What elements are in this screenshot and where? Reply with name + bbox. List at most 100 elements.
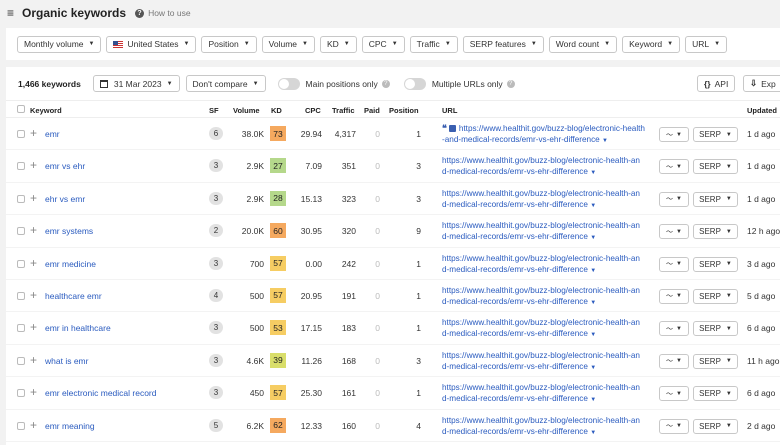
url-link[interactable]: https://www.healthit.gov/buzz-blog/elect… xyxy=(442,220,658,244)
col-position[interactable]: Position xyxy=(389,106,419,115)
add-to-list-icon[interactable]: + xyxy=(30,353,37,367)
serp-button[interactable]: SERP ▼ xyxy=(693,224,738,240)
serp-button[interactable]: SERP ▼ xyxy=(693,127,738,142)
url-link[interactable]: https://www.healthit.gov/buzz-blog/elect… xyxy=(442,382,658,406)
compare-dropdown[interactable]: Don't compare ▼ xyxy=(185,75,266,92)
col-volume[interactable]: Volume xyxy=(233,106,260,115)
info-icon[interactable]: ? xyxy=(506,79,515,88)
keyword-link[interactable]: emr vs ehr xyxy=(45,161,85,171)
url-link[interactable]: https://www.healthit.gov/buzz-blog/elect… xyxy=(442,350,658,374)
row-checkbox[interactable] xyxy=(17,227,25,236)
add-to-list-icon[interactable]: + xyxy=(30,418,37,432)
serp-button[interactable]: SERP ▼ xyxy=(693,321,738,337)
sf-badge[interactable]: 3 xyxy=(209,256,223,270)
chevron-down-icon[interactable]: ▼ xyxy=(590,365,596,371)
sf-badge[interactable]: 3 xyxy=(209,353,223,367)
help-icon[interactable]: ? xyxy=(135,8,145,18)
col-sf[interactable]: SF xyxy=(209,106,219,115)
col-traffic[interactable]: Traffic xyxy=(332,106,355,115)
chevron-down-icon[interactable]: ▼ xyxy=(590,300,596,306)
serp-button[interactable]: SERP ▼ xyxy=(693,191,738,207)
url-link[interactable]: https://www.healthit.gov/buzz-blog/elect… xyxy=(442,285,658,309)
how-to-use-link[interactable]: How to use xyxy=(148,8,191,18)
filter-url[interactable]: URL ▼ xyxy=(685,35,728,53)
keyword-link[interactable]: what is emr xyxy=(45,356,88,366)
date-picker[interactable]: 31 Mar 2023 ▼ xyxy=(92,75,180,92)
col-url[interactable]: URL xyxy=(442,106,457,115)
add-to-list-icon[interactable]: + xyxy=(30,158,37,172)
keyword-link[interactable]: ehr vs emr xyxy=(45,194,85,204)
filter-position[interactable]: Position ▼ xyxy=(201,35,257,53)
add-to-list-icon[interactable]: + xyxy=(30,288,37,302)
trend-chart-button[interactable]: 〜 ▼ xyxy=(659,418,689,434)
chevron-down-icon[interactable]: ▼ xyxy=(590,332,596,338)
filter-word-count[interactable]: Word count ▼ xyxy=(548,35,618,53)
serp-button[interactable]: SERP ▼ xyxy=(693,256,738,272)
trend-chart-button[interactable]: 〜 ▼ xyxy=(659,191,689,207)
serp-button[interactable]: SERP ▼ xyxy=(693,288,738,304)
trend-chart-button[interactable]: 〜 ▼ xyxy=(659,127,689,142)
col-updated[interactable]: Updated xyxy=(747,106,777,115)
keyword-link[interactable]: emr xyxy=(45,129,60,139)
add-to-list-icon[interactable]: + xyxy=(30,126,37,140)
serp-button[interactable]: SERP ▼ xyxy=(693,353,738,369)
add-to-list-icon[interactable]: + xyxy=(30,223,37,237)
filter-serp-features[interactable]: SERP features ▼ xyxy=(462,35,544,53)
select-all-checkbox[interactable] xyxy=(17,105,25,113)
sf-badge[interactable]: 5 xyxy=(209,418,223,432)
url-link[interactable]: https://www.healthit.gov/buzz-blog/elect… xyxy=(442,155,658,179)
url-link[interactable]: https://www.healthit.gov/buzz-blog/elect… xyxy=(442,188,658,212)
menu-icon[interactable]: ≡ xyxy=(7,7,14,19)
export-button[interactable]: ⇩ Exp xyxy=(743,75,780,92)
filter-traffic[interactable]: Traffic ▼ xyxy=(409,35,458,53)
url-link[interactable]: https://www.healthit.gov/buzz-blog/elect… xyxy=(442,415,658,439)
chevron-down-icon[interactable]: ▼ xyxy=(590,397,596,403)
chevron-down-icon[interactable]: ▼ xyxy=(590,268,596,274)
row-checkbox[interactable] xyxy=(17,194,25,203)
trend-chart-button[interactable]: 〜 ▼ xyxy=(659,256,689,272)
col-cpc[interactable]: CPC xyxy=(305,106,321,115)
sf-badge[interactable]: 3 xyxy=(209,159,223,173)
keyword-link[interactable]: healthcare emr xyxy=(45,291,102,301)
multiple-urls-toggle[interactable] xyxy=(403,77,426,90)
url-link[interactable]: https://www.healthit.gov/buzz-blog/elect… xyxy=(442,253,658,277)
trend-chart-button[interactable]: 〜 ▼ xyxy=(659,288,689,304)
row-checkbox[interactable] xyxy=(17,162,25,171)
row-checkbox[interactable] xyxy=(17,324,25,333)
row-checkbox[interactable] xyxy=(17,130,25,138)
filter-cpc[interactable]: CPC ▼ xyxy=(361,35,405,53)
main-positions-toggle[interactable] xyxy=(277,77,300,90)
add-to-list-icon[interactable]: + xyxy=(30,320,37,334)
trend-chart-button[interactable]: 〜 ▼ xyxy=(659,353,689,369)
filter-kd[interactable]: KD ▼ xyxy=(319,35,357,53)
row-checkbox[interactable] xyxy=(17,389,25,398)
serp-button[interactable]: SERP ▼ xyxy=(693,386,738,402)
filter-monthly-volume[interactable]: Monthly volume ▼ xyxy=(17,35,102,53)
sf-badge[interactable]: 6 xyxy=(209,127,223,140)
chevron-down-icon[interactable]: ▼ xyxy=(602,138,608,144)
chevron-down-icon[interactable]: ▼ xyxy=(590,235,596,241)
chevron-down-icon[interactable]: ▼ xyxy=(590,430,596,436)
sf-badge[interactable]: 3 xyxy=(209,191,223,205)
url-link[interactable]: ❝ https://www.healthit.gov/buzz-blog/elec… xyxy=(442,123,658,147)
trend-chart-button[interactable]: 〜 ▼ xyxy=(659,159,689,175)
keyword-link[interactable]: emr meaning xyxy=(45,421,95,431)
filter-keyword[interactable]: Keyword ▼ xyxy=(622,35,681,53)
keyword-link[interactable]: emr electronic medical record xyxy=(45,388,156,398)
filter-country[interactable]: United States ▼ xyxy=(106,35,197,53)
chevron-down-icon[interactable]: ▼ xyxy=(590,203,596,209)
trend-chart-button[interactable]: 〜 ▼ xyxy=(659,224,689,240)
serp-button[interactable]: SERP ▼ xyxy=(693,159,738,175)
info-icon[interactable]: ? xyxy=(381,79,390,88)
chevron-down-icon[interactable]: ▼ xyxy=(590,170,596,176)
add-to-list-icon[interactable]: + xyxy=(30,256,37,270)
add-to-list-icon[interactable]: + xyxy=(30,385,37,399)
sf-badge[interactable]: 4 xyxy=(209,288,223,302)
row-checkbox[interactable] xyxy=(17,356,25,365)
serp-button[interactable]: SERP ▼ xyxy=(693,418,738,434)
trend-chart-button[interactable]: 〜 ▼ xyxy=(659,321,689,337)
keyword-link[interactable]: emr in healthcare xyxy=(45,323,111,333)
row-checkbox[interactable] xyxy=(17,421,25,430)
sf-badge[interactable]: 3 xyxy=(209,321,223,335)
trend-chart-button[interactable]: 〜 ▼ xyxy=(659,386,689,402)
